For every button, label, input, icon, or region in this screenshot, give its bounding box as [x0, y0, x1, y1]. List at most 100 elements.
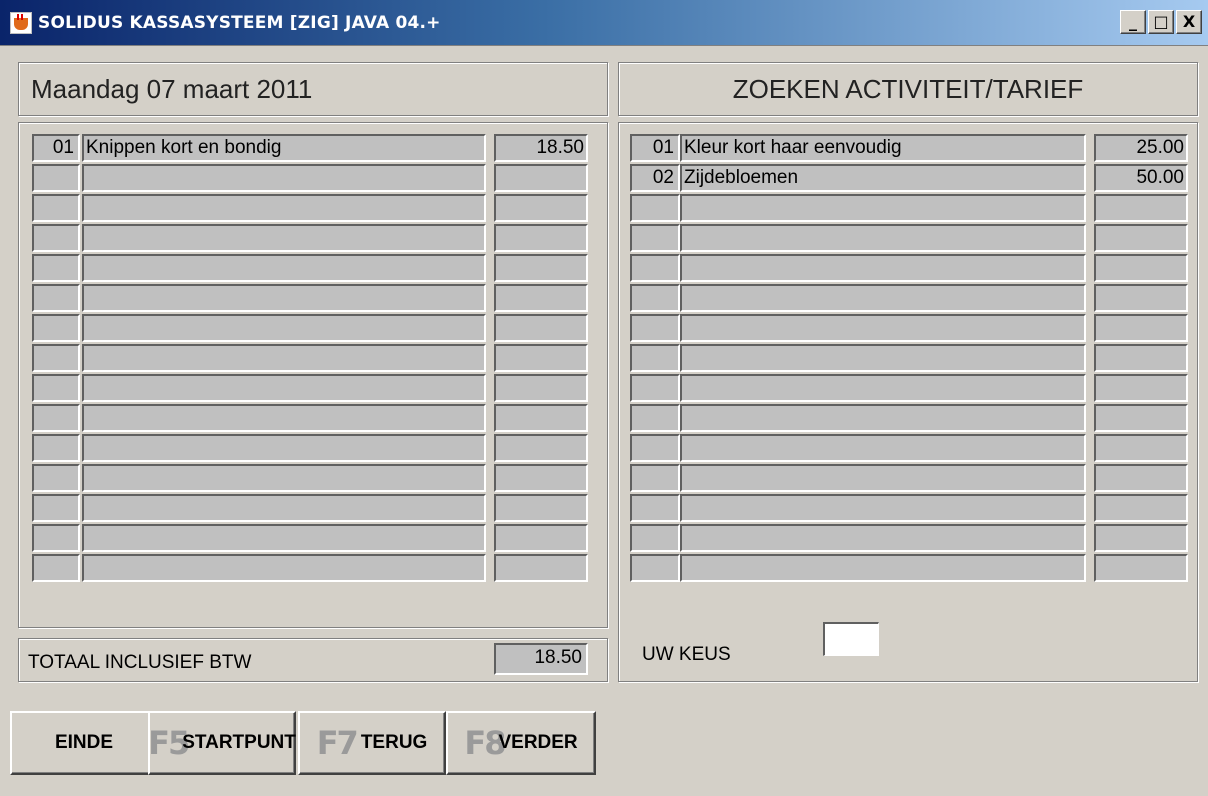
list-number-cell[interactable]: [630, 314, 680, 342]
list-number-cell[interactable]: [32, 494, 80, 522]
close-button[interactable]: X: [1176, 10, 1202, 34]
list-amount-cell[interactable]: [494, 524, 588, 552]
list-amount-cell[interactable]: [494, 374, 588, 402]
list-amount-cell[interactable]: [1094, 524, 1188, 552]
list-description-cell[interactable]: [680, 524, 1086, 552]
list-number-cell[interactable]: [32, 434, 80, 462]
list-amount-cell[interactable]: 25.00: [1094, 134, 1188, 162]
list-number-cell[interactable]: 01: [630, 134, 680, 162]
list-description-cell[interactable]: [680, 494, 1086, 522]
list-amount-cell[interactable]: [494, 254, 588, 282]
list-description-cell[interactable]: [680, 284, 1086, 312]
list-description-cell[interactable]: [680, 374, 1086, 402]
list-number-cell[interactable]: [32, 554, 80, 582]
maximize-button[interactable]: □: [1148, 10, 1174, 34]
list-amount-cell[interactable]: [1094, 404, 1188, 432]
minimize-button[interactable]: _: [1120, 10, 1146, 34]
list-amount-cell[interactable]: [494, 554, 588, 582]
list-description-cell[interactable]: Knippen kort en bondig: [82, 134, 486, 162]
list-amount-cell[interactable]: [494, 494, 588, 522]
list-description-cell[interactable]: [82, 554, 486, 582]
list-number-cell[interactable]: [630, 344, 680, 372]
list-amount-cell[interactable]: [494, 344, 588, 372]
list-amount-cell[interactable]: [1094, 284, 1188, 312]
startpunt-button[interactable]: F5 STARTPUNT: [148, 711, 296, 775]
list-number-cell[interactable]: [32, 284, 80, 312]
list-description-cell[interactable]: [82, 464, 486, 492]
list-amount-cell[interactable]: [494, 194, 588, 222]
einde-button[interactable]: EINDE: [10, 711, 158, 775]
list-description-cell[interactable]: [82, 374, 486, 402]
list-description-cell[interactable]: Kleur kort haar eenvoudig: [680, 134, 1086, 162]
list-amount-cell[interactable]: 50.00: [1094, 164, 1188, 192]
list-amount-cell[interactable]: [1094, 224, 1188, 252]
list-number-cell[interactable]: [630, 284, 680, 312]
list-number-cell[interactable]: [630, 524, 680, 552]
list-description-cell[interactable]: [82, 254, 486, 282]
list-description-cell[interactable]: [680, 464, 1086, 492]
list-description-cell[interactable]: [680, 314, 1086, 342]
list-amount-cell[interactable]: [494, 404, 588, 432]
list-description-cell[interactable]: [680, 194, 1086, 222]
list-number-cell[interactable]: [630, 194, 680, 222]
list-amount-cell[interactable]: [1094, 254, 1188, 282]
list-amount-cell[interactable]: [494, 464, 588, 492]
list-number-cell[interactable]: 02: [630, 164, 680, 192]
list-amount-cell[interactable]: [494, 284, 588, 312]
list-number-cell[interactable]: [32, 254, 80, 282]
list-amount-cell[interactable]: [494, 164, 588, 192]
list-number-cell[interactable]: [32, 194, 80, 222]
list-number-cell[interactable]: [32, 344, 80, 372]
window-controls: _ □ X: [1120, 10, 1202, 34]
list-description-cell[interactable]: [82, 404, 486, 432]
list-number-cell[interactable]: [630, 374, 680, 402]
list-number-cell[interactable]: [32, 224, 80, 252]
list-amount-cell[interactable]: [494, 224, 588, 252]
list-number-cell[interactable]: [32, 164, 80, 192]
choice-input[interactable]: [823, 622, 879, 656]
list-number-cell[interactable]: [32, 524, 80, 552]
terug-button[interactable]: F7 TERUG: [298, 711, 446, 775]
list-number-cell[interactable]: [32, 464, 80, 492]
list-number-cell[interactable]: [32, 404, 80, 432]
list-amount-cell[interactable]: [1094, 554, 1188, 582]
list-number-cell[interactable]: [630, 224, 680, 252]
list-amount-cell[interactable]: [1094, 374, 1188, 402]
list-description-cell[interactable]: [82, 494, 486, 522]
list-number-cell[interactable]: [630, 464, 680, 492]
list-amount-cell[interactable]: [494, 314, 588, 342]
list-number-cell[interactable]: [630, 434, 680, 462]
list-amount-cell[interactable]: [1094, 344, 1188, 372]
list-number-cell[interactable]: [630, 494, 680, 522]
list-description-cell[interactable]: Zijdebloemen: [680, 164, 1086, 192]
list-description-cell[interactable]: [680, 554, 1086, 582]
title-bar[interactable]: SOLIDUS KASSASYSTEEM [ZIG] JAVA 04.+ _ □…: [0, 0, 1208, 46]
list-description-cell[interactable]: [680, 254, 1086, 282]
list-description-cell[interactable]: [680, 404, 1086, 432]
list-amount-cell[interactable]: [494, 434, 588, 462]
verder-button[interactable]: F8 VERDER: [446, 711, 596, 775]
list-amount-cell[interactable]: [1094, 494, 1188, 522]
list-description-cell[interactable]: [82, 284, 486, 312]
list-number-cell[interactable]: [630, 254, 680, 282]
list-description-cell[interactable]: [82, 314, 486, 342]
list-description-cell[interactable]: [680, 434, 1086, 462]
list-number-cell[interactable]: [32, 374, 80, 402]
list-description-cell[interactable]: [82, 344, 486, 372]
list-description-cell[interactable]: [680, 224, 1086, 252]
list-amount-cell[interactable]: [1094, 314, 1188, 342]
list-number-cell[interactable]: [630, 554, 680, 582]
list-description-cell[interactable]: [82, 434, 486, 462]
list-amount-cell[interactable]: [1094, 434, 1188, 462]
list-description-cell[interactable]: [680, 344, 1086, 372]
list-amount-cell[interactable]: 18.50: [494, 134, 588, 162]
list-amount-cell[interactable]: [1094, 194, 1188, 222]
list-number-cell[interactable]: [630, 404, 680, 432]
list-number-cell[interactable]: 01: [32, 134, 80, 162]
list-number-cell[interactable]: [32, 314, 80, 342]
list-description-cell[interactable]: [82, 224, 486, 252]
list-description-cell[interactable]: [82, 524, 486, 552]
list-description-cell[interactable]: [82, 194, 486, 222]
list-description-cell[interactable]: [82, 164, 486, 192]
list-amount-cell[interactable]: [1094, 464, 1188, 492]
